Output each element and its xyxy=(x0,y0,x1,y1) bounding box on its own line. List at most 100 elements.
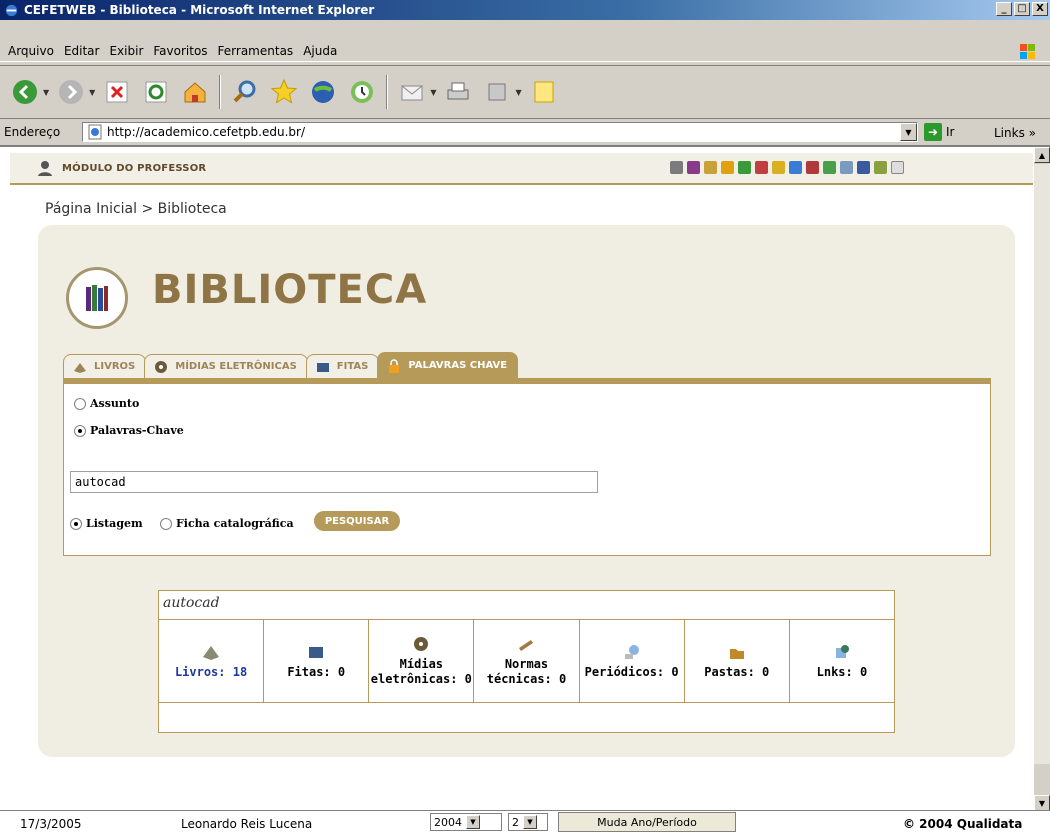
address-input[interactable]: http://academico.cefetpb.edu.br/ ▼ xyxy=(82,122,918,142)
back-dropdown-icon[interactable]: ▼ xyxy=(43,88,49,97)
listagem-option[interactable]: Listagem xyxy=(70,517,143,530)
menu-editar[interactable]: Editar xyxy=(64,44,100,58)
maximize-button[interactable]: □ xyxy=(1014,2,1030,16)
ficha-label: Ficha catalográfica xyxy=(176,517,294,530)
search-button[interactable]: PESQUISAR xyxy=(314,511,400,531)
home-icon[interactable] xyxy=(178,75,212,109)
period-dropdown-icon[interactable]: ▼ xyxy=(523,815,537,829)
menu-ferramentas[interactable]: Ferramentas xyxy=(218,44,294,58)
ie-icon xyxy=(5,4,18,16)
library-icon[interactable] xyxy=(687,161,700,174)
year-value: 2004 xyxy=(434,815,462,829)
tab-label: FITAS xyxy=(336,361,369,372)
results-table: autocad Livros: 18 Fitas: 0 Mídias eletr… xyxy=(158,590,895,733)
history-icon[interactable] xyxy=(345,75,379,109)
favorites-icon[interactable] xyxy=(267,75,301,109)
tab-midias[interactable]: MÍDIAS ELETRÔNICAS xyxy=(144,354,308,378)
status-user: Leonardo Reis Lucena xyxy=(181,817,313,831)
table-icon[interactable] xyxy=(823,161,836,174)
year-select[interactable]: 2004 ▼ xyxy=(430,813,502,831)
refresh-icon[interactable] xyxy=(139,75,173,109)
books-icon xyxy=(86,285,108,311)
mail-icon[interactable] xyxy=(395,75,429,109)
menu-arquivo[interactable]: Arquivo xyxy=(8,44,54,58)
tab-livros[interactable]: LIVROS xyxy=(63,354,147,378)
close-button[interactable]: X xyxy=(1032,2,1048,16)
scroll-down-icon[interactable]: ▼ xyxy=(1034,795,1050,811)
results-row: Livros: 18 Fitas: 0 Mídias eletrônicas: … xyxy=(159,619,894,703)
forward-icon[interactable] xyxy=(54,75,88,109)
print-icon[interactable] xyxy=(441,75,475,109)
listagem-radio[interactable] xyxy=(70,517,82,530)
year-dropdown-icon[interactable]: ▼ xyxy=(466,815,480,829)
address-dropdown-icon[interactable]: ▼ xyxy=(900,123,917,141)
search-icon[interactable] xyxy=(228,75,262,109)
vertical-scrollbar[interactable]: ▲ ▼ xyxy=(1033,147,1050,811)
result-links: Lnks: 0 xyxy=(790,620,894,702)
tab-label: PALAVRAS CHAVE xyxy=(408,360,508,371)
go-button[interactable]: ➜ Ir xyxy=(924,123,954,141)
result-livros[interactable]: Livros: 18 xyxy=(159,620,265,702)
copyright: © 2004 Qualidata xyxy=(903,817,1023,831)
palavras-chave-radio[interactable] xyxy=(74,424,86,437)
tab-palavras-chave[interactable]: PALAVRAS CHAVE xyxy=(377,352,519,378)
grades-icon[interactable] xyxy=(738,161,751,174)
calendar-icon[interactable] xyxy=(755,161,768,174)
result-label: Fitas: 0 xyxy=(287,664,346,679)
assunto-radio[interactable] xyxy=(74,397,86,410)
library-tabs: LIVROS MÍDIAS ELETRÔNICAS FITAS PALAVRAS… xyxy=(63,348,519,378)
users-icon[interactable] xyxy=(840,161,853,174)
menu-ajuda[interactable]: Ajuda xyxy=(303,44,337,58)
go-label: Ir xyxy=(946,125,955,139)
book-icon xyxy=(203,645,220,660)
result-fitas: Fitas: 0 xyxy=(264,620,370,702)
back-icon[interactable] xyxy=(8,75,42,109)
cd-icon xyxy=(414,637,429,651)
logout-icon[interactable] xyxy=(891,161,904,174)
report-icon[interactable] xyxy=(806,161,819,174)
media-icon[interactable] xyxy=(306,75,340,109)
edit-dropdown-icon[interactable]: ▼ xyxy=(515,88,521,97)
forward-dropdown-icon[interactable]: ▼ xyxy=(89,88,95,97)
edit-icon[interactable] xyxy=(480,75,514,109)
assunto-option[interactable]: Assunto xyxy=(74,397,139,410)
notes-icon[interactable] xyxy=(527,75,561,109)
scroll-thumb[interactable] xyxy=(1034,164,1050,764)
ficha-option[interactable]: Ficha catalográfica xyxy=(160,517,294,530)
scroll-up-icon[interactable]: ▲ xyxy=(1034,147,1050,163)
stop-icon[interactable] xyxy=(100,75,134,109)
clock-icon[interactable] xyxy=(772,161,785,174)
teacher-icon xyxy=(38,161,52,176)
minimize-button[interactable]: _ xyxy=(996,2,1012,16)
change-period-button[interactable]: Muda Ano/Período xyxy=(558,812,736,832)
keyword-input[interactable]: autocad xyxy=(70,471,598,493)
menu-favoritos[interactable]: Favoritos xyxy=(153,44,207,58)
message-icon[interactable] xyxy=(857,161,870,174)
result-label: Periódicos: 0 xyxy=(584,664,679,679)
page-icon xyxy=(88,124,102,140)
links-label: Links xyxy=(994,126,1025,140)
module-shortcuts xyxy=(670,161,904,174)
windows-logo-icon xyxy=(1020,44,1035,59)
chart-icon[interactable] xyxy=(874,161,887,174)
mail-dropdown-icon[interactable]: ▼ xyxy=(430,88,436,97)
period-select[interactable]: 2 ▼ xyxy=(508,813,548,831)
tape-icon xyxy=(309,646,324,658)
period-value: 2 xyxy=(512,815,519,829)
schedule-icon[interactable] xyxy=(670,161,683,174)
lock-icon[interactable] xyxy=(721,161,734,174)
cd-icon xyxy=(155,360,168,373)
menu-exibir[interactable]: Exibir xyxy=(109,44,143,58)
palavras-chave-option[interactable]: Palavras-Chave xyxy=(74,424,184,437)
tab-fitas[interactable]: FITAS xyxy=(305,354,380,378)
ficha-radio[interactable] xyxy=(160,517,172,530)
links-button[interactable]: Links » xyxy=(994,126,1036,140)
result-label: Normas técnicas: 0 xyxy=(486,657,567,686)
disk-icon[interactable] xyxy=(789,161,802,174)
document-icon[interactable] xyxy=(704,161,717,174)
page-status-bar: 17/3/2005 Leonardo Reis Lucena 2004 ▼ 2 … xyxy=(0,810,1050,832)
window-title: CEFETWEB - Biblioteca - Microsoft Intern… xyxy=(24,3,375,17)
breadcrumb[interactable]: Página Inicial > Biblioteca xyxy=(45,201,227,217)
results-query: autocad xyxy=(163,595,220,611)
listagem-label: Listagem xyxy=(86,517,143,530)
